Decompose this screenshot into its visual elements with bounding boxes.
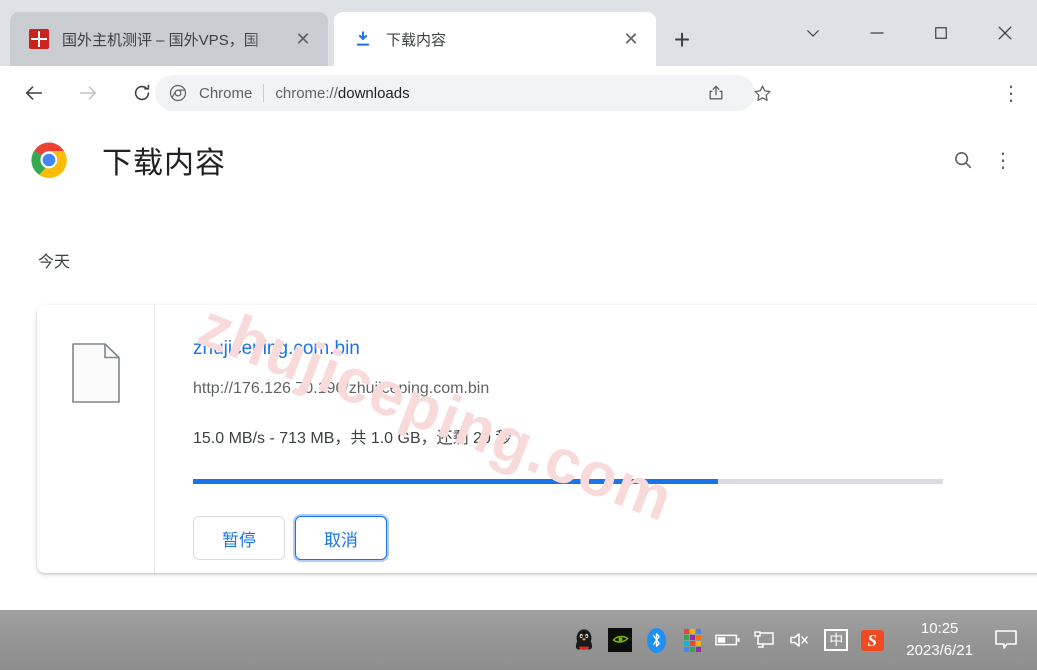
share-icon[interactable] xyxy=(698,75,734,111)
taskbar-clock[interactable]: 10:25 2023/6/21 xyxy=(906,618,973,662)
maximize-icon[interactable] xyxy=(909,7,973,59)
qq-icon[interactable] xyxy=(567,623,601,657)
page-title: 下载内容 xyxy=(102,147,226,180)
tab-site-title: 国外主机测评 – 国外VPS，国 xyxy=(62,31,259,49)
back-button[interactable] xyxy=(14,73,54,113)
clock-time: 10:25 xyxy=(920,620,959,638)
download-item-card: zhujiceping.com.bin http://176.126.70.19… xyxy=(37,305,1037,573)
file-document-icon xyxy=(71,343,120,573)
sogou-icon[interactable]: S xyxy=(855,623,889,657)
color-grid-icon[interactable] xyxy=(675,623,709,657)
tab-downloads[interactable]: 下载内容 ✕ xyxy=(334,12,656,66)
system-tray: 中 S xyxy=(566,623,890,657)
downloads-more-menu[interactable]: ⋮ xyxy=(983,140,1023,180)
omnibox-separator xyxy=(263,84,265,102)
search-icon[interactable] xyxy=(943,140,983,180)
download-action-buttons: 暂停 取消 xyxy=(193,516,1037,561)
omnibox-scheme-chip: Chrome xyxy=(199,84,253,102)
bookmark-star-icon[interactable] xyxy=(744,75,780,111)
omnibox-url-prefix: chrome:// xyxy=(275,84,338,102)
sogou-label: S xyxy=(860,629,884,651)
seal-icon xyxy=(28,28,50,50)
pause-button[interactable]: 暂停 xyxy=(193,516,285,561)
minimize-icon[interactable] xyxy=(845,7,909,59)
downloads-header: 下载内容 ⋮ xyxy=(0,120,1037,200)
tab-close-icon[interactable]: ✕ xyxy=(288,24,318,54)
clock-date: 2023/6/21 xyxy=(906,642,973,659)
cancel-button[interactable]: 取消 xyxy=(295,516,387,561)
battery-icon[interactable] xyxy=(711,623,745,657)
window-controls xyxy=(781,0,1037,66)
download-item-body: zhujiceping.com.bin http://176.126.70.19… xyxy=(155,305,1037,573)
tab-close-icon[interactable]: ✕ xyxy=(616,24,646,54)
new-tab-button[interactable]: + xyxy=(662,22,702,58)
tab-strip: 国外主机测评 – 国外VPS，国 ✕ 下载内容 ✕ + xyxy=(0,0,1037,66)
section-label-today: 今天 xyxy=(38,254,71,271)
download-source-url: http://176.126.70.196/zhujiceping.com.bi… xyxy=(193,379,490,397)
browser-menu-button[interactable]: ⋮ xyxy=(993,75,1029,111)
omnibox-url-path: downloads xyxy=(337,84,410,102)
forward-button[interactable] xyxy=(68,73,108,113)
ime-label: 中 xyxy=(824,629,849,651)
nvidia-icon[interactable] xyxy=(603,623,637,657)
network-display-icon[interactable] xyxy=(747,623,781,657)
bluetooth-icon[interactable] xyxy=(639,623,673,657)
tab-downloads-title: 下载内容 xyxy=(386,31,447,49)
address-bar[interactable]: Chrome chrome://downloads xyxy=(155,75,755,111)
download-progress-bar xyxy=(193,479,943,485)
windows-taskbar: 中 S 10:25 2023/6/21 xyxy=(0,610,1037,670)
browser-window: 国外主机测评 – 国外VPS，国 ✕ 下载内容 ✕ + Chrome chrom… xyxy=(0,0,1037,670)
browser-toolbar: Chrome chrome://downloads ⋮ xyxy=(0,66,1037,120)
downloads-page: 下载内容 ⋮ 今天 zhujiceping.com.bin http://176… xyxy=(0,120,1037,610)
download-icon xyxy=(352,28,374,50)
download-filename-link[interactable]: zhujiceping.com.bin xyxy=(193,337,1037,362)
ime-chinese-icon[interactable]: 中 xyxy=(819,623,853,657)
chrome-logo-icon xyxy=(28,139,70,181)
chrome-logo-icon xyxy=(169,84,187,102)
tab-site[interactable]: 国外主机测评 – 国外VPS，国 ✕ xyxy=(10,12,328,66)
download-status-text: 15.0 MB/s - 713 MB，共 1.0 GB，还剩 20 秒 xyxy=(193,430,512,448)
downloads-header-actions: ⋮ xyxy=(943,140,1023,180)
notification-icon[interactable] xyxy=(983,620,1029,660)
tab-search-chevron-down-icon[interactable] xyxy=(781,7,845,59)
download-progress-fill xyxy=(193,479,718,485)
close-icon[interactable] xyxy=(973,7,1037,59)
file-icon-cell xyxy=(37,305,155,573)
volume-muted-icon[interactable] xyxy=(783,623,817,657)
